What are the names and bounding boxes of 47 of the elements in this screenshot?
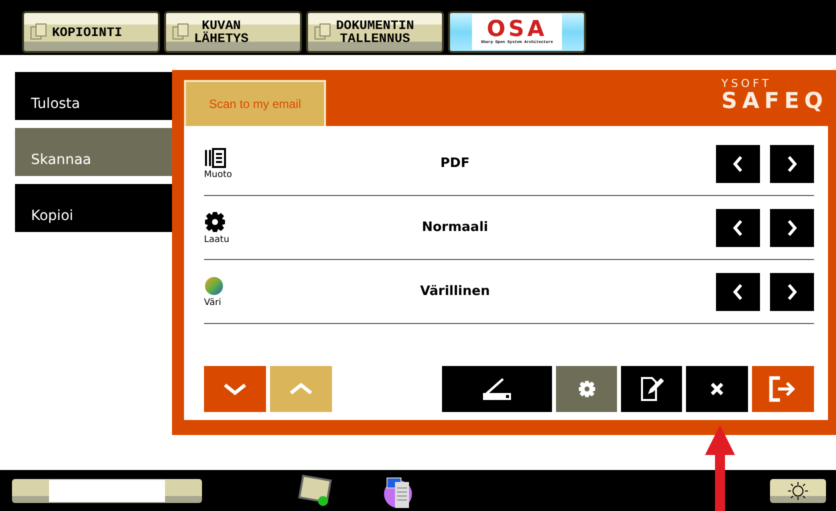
color-circle-icon [204,276,224,296]
exit-icon [768,376,798,402]
chevron-down-icon [222,382,248,396]
tablet-icon[interactable] [297,474,333,508]
next-button[interactable] [770,144,814,182]
brightness-button[interactable] [770,478,826,502]
setting-value: Normaali [420,220,490,235]
chevron-left-icon [732,154,744,172]
chevron-left-icon [732,282,744,300]
brand-logo: YSOFT SAFEQ [721,78,828,114]
close-icon [710,382,724,396]
list-icon [204,148,226,168]
edit-icon [640,376,664,402]
sidebar-item[interactable]: Skannaa [15,128,172,176]
setting-value: Värillinen [419,284,491,299]
mode-tab[interactable]: KUVAN LÄHETYS [164,11,302,53]
setting-label: Väri [204,298,222,308]
chevron-right-icon [786,282,798,300]
setting-label: Muoto [204,170,232,180]
exit-button[interactable] [752,366,814,412]
setting-value: PDF [439,156,471,171]
mode-tab[interactable]: KOPIOINTI [22,11,160,53]
chevron-left-icon [732,218,744,236]
gear-icon [204,210,226,232]
sun-icon [787,480,809,500]
sidebar-item[interactable]: Kopioi [15,184,172,232]
document-icon [30,23,48,41]
chevron-up-icon [288,382,314,396]
previous-button[interactable] [716,208,760,246]
edit-button[interactable] [621,366,682,412]
chevron-right-icon [786,218,798,236]
next-button[interactable] [770,208,814,246]
scroll-down-button[interactable] [204,366,266,412]
scan-button[interactable] [442,366,552,412]
document-icon [314,23,332,41]
sidebar-item[interactable]: Tulosta [15,72,172,120]
chevron-right-icon [786,154,798,172]
document-icon [172,23,190,41]
settings-button[interactable] [556,366,617,412]
next-button[interactable] [770,272,814,310]
scanner-icon [481,377,513,401]
previous-button[interactable] [716,272,760,310]
settings-icon [578,380,596,398]
close-button[interactable] [686,366,748,412]
mode-tab[interactable]: DOKUMENTIN TALLENNUS [306,11,444,53]
setting-label: Laatu [204,234,230,244]
previous-button[interactable] [716,144,760,182]
